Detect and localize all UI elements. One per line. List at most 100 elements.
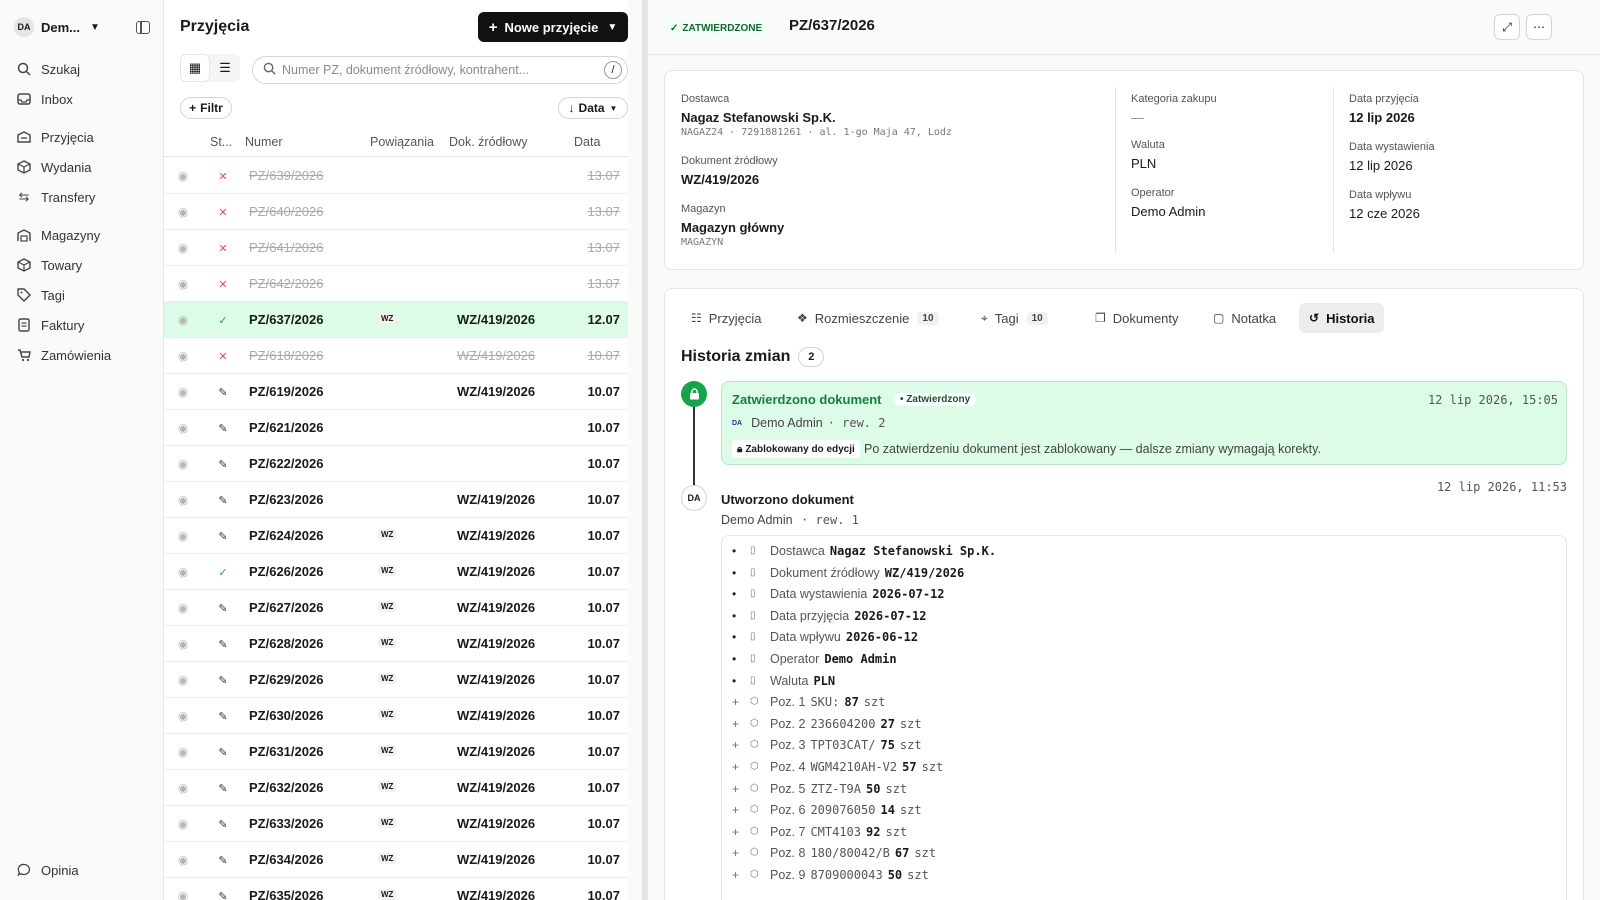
plus-icon: + — [488, 18, 498, 36]
table-row[interactable]: ◉ ✎ PZ/630/2026 WZ WZ/419/2026 10.07 — [164, 698, 628, 734]
x-icon: ✕ — [218, 278, 228, 291]
row-number[interactable]: PZ/628/2026 — [249, 636, 323, 651]
row-number[interactable]: PZ/631/2026 — [249, 744, 323, 759]
change-value: 2026-07-12 — [872, 587, 945, 602]
table-row[interactable]: ◉ ✎ PZ/629/2026 WZ WZ/419/2026 10.07 — [164, 662, 628, 698]
row-number[interactable]: PZ/621/2026 — [249, 420, 323, 435]
eye-icon[interactable]: ◉ — [176, 817, 190, 831]
row-number[interactable]: PZ/642/2026 — [249, 276, 323, 291]
column-number[interactable]: Numer — [245, 135, 283, 149]
row-number[interactable]: PZ/632/2026 — [249, 780, 323, 795]
feedback-button[interactable]: Opinia — [16, 862, 79, 878]
table-row[interactable]: ◉ ✎ PZ/631/2026 WZ WZ/419/2026 10.07 — [164, 734, 628, 770]
table-row[interactable]: ◉ ✓ PZ/626/2026 WZ WZ/419/2026 10.07 — [164, 554, 628, 590]
row-number[interactable]: PZ/618/2026 — [249, 348, 323, 363]
eye-icon[interactable]: ◉ — [176, 637, 190, 651]
table-row[interactable]: ◉ ✎ PZ/619/2026 WZ/419/2026 10.07 — [164, 374, 628, 410]
more-options-icon[interactable]: ⋯ — [1526, 14, 1552, 40]
table-row[interactable]: ◉ ✎ PZ/623/2026 WZ/419/2026 10.07 — [164, 482, 628, 518]
sort-button[interactable]: ↓ Data ▼ — [558, 97, 628, 119]
table-row[interactable]: ◉ ✕ PZ/639/2026 13.07 — [164, 158, 628, 194]
column-status[interactable]: St... — [210, 135, 232, 149]
table-row[interactable]: ◉ ✕ PZ/618/2026 WZ/419/2026 10.07 — [164, 338, 628, 374]
eye-icon[interactable]: ◉ — [176, 781, 190, 795]
table-row[interactable]: ◉ ✕ PZ/641/2026 13.07 — [164, 230, 628, 266]
row-number[interactable]: PZ/641/2026 — [249, 240, 323, 255]
row-number[interactable]: PZ/640/2026 — [249, 204, 323, 219]
eye-icon[interactable]: ◉ — [176, 853, 190, 867]
tab-placement[interactable]: ❖ Rozmieszczenie 10 — [787, 303, 949, 333]
eye-icon[interactable]: ◉ — [176, 277, 190, 291]
eye-icon[interactable]: ◉ — [176, 565, 190, 579]
row-number[interactable]: PZ/629/2026 — [249, 672, 323, 687]
tab-documents[interactable]: ❐ Dokumenty — [1085, 303, 1189, 333]
sidebar-item-inbox[interactable]: Inbox — [16, 88, 146, 110]
change-item: • ▯ Data przyjęcia 2026-07-12 — [732, 605, 926, 627]
sidebar-item-transfers[interactable]: ⇆ Transfery — [16, 186, 146, 208]
eye-icon[interactable]: ◉ — [176, 673, 190, 687]
tab-note[interactable]: ▢ Notatka — [1203, 303, 1286, 333]
row-number[interactable]: PZ/637/2026 — [249, 312, 323, 327]
eye-icon[interactable]: ◉ — [176, 241, 190, 255]
sidebar-item-tags[interactable]: Tagi — [16, 284, 146, 306]
sidebar-item-warehouses[interactable]: Magazyny — [16, 224, 146, 246]
row-number[interactable]: PZ/639/2026 — [249, 168, 323, 183]
row-number[interactable]: PZ/623/2026 — [249, 492, 323, 507]
eye-icon[interactable]: ◉ — [176, 169, 190, 183]
table-row[interactable]: ◉ ✎ PZ/635/2026 WZ WZ/419/2026 10.07 — [164, 878, 628, 900]
list-view-icon[interactable]: ☰ — [210, 54, 240, 82]
row-number[interactable]: PZ/627/2026 — [249, 600, 323, 615]
column-date[interactable]: Data — [574, 135, 600, 149]
column-links[interactable]: Powiązania — [370, 135, 434, 149]
eye-icon[interactable]: ◉ — [176, 457, 190, 471]
sidebar-item-shipments[interactable]: Wydania — [16, 156, 146, 178]
table-row[interactable]: ◉ ✎ PZ/633/2026 WZ WZ/419/2026 10.07 — [164, 806, 628, 842]
tab-receipts[interactable]: ☷ Przyjęcia — [681, 303, 772, 333]
tab-history[interactable]: ↺ Historia — [1299, 303, 1385, 333]
table-row[interactable]: ◉ ✎ PZ/634/2026 WZ WZ/419/2026 10.07 — [164, 842, 628, 878]
eye-icon[interactable]: ◉ — [176, 205, 190, 219]
row-number[interactable]: PZ/619/2026 — [249, 384, 323, 399]
row-number[interactable]: PZ/622/2026 — [249, 456, 323, 471]
eye-icon[interactable]: ◉ — [176, 493, 190, 507]
table-row[interactable]: ◉ ✎ PZ/632/2026 WZ WZ/419/2026 10.07 — [164, 770, 628, 806]
tab-tags[interactable]: ⌖ Tagi 10 — [971, 303, 1058, 333]
eye-icon[interactable]: ◉ — [176, 313, 190, 327]
sidebar-toggle-icon[interactable] — [136, 20, 150, 34]
table-row[interactable]: ◉ ✕ PZ/640/2026 13.07 — [164, 194, 628, 230]
table-row[interactable]: ◉ ✎ PZ/624/2026 WZ WZ/419/2026 10.07 — [164, 518, 628, 554]
workspace-switcher[interactable]: DA Dem... ▼ — [14, 16, 150, 38]
eye-icon[interactable]: ◉ — [176, 709, 190, 723]
row-number[interactable]: PZ/626/2026 — [249, 564, 323, 579]
sidebar-item-invoices[interactable]: Faktury — [16, 314, 146, 336]
row-number[interactable]: PZ/633/2026 — [249, 816, 323, 831]
sidebar-item-products[interactable]: Towary — [16, 254, 146, 276]
eye-icon[interactable]: ◉ — [176, 601, 190, 615]
change-item: + ⬡ Poz. 7 CMT4103 92 szt — [732, 821, 907, 843]
row-number[interactable]: PZ/635/2026 — [249, 888, 323, 900]
new-receipt-button[interactable]: + Nowe przyjęcie ▼ — [478, 12, 628, 42]
table-row[interactable]: ◉ ✎ PZ/622/2026 10.07 — [164, 446, 628, 482]
row-number[interactable]: PZ/624/2026 — [249, 528, 323, 543]
table-row[interactable]: ◉ ✎ PZ/621/2026 10.07 — [164, 410, 628, 446]
eye-icon[interactable]: ◉ — [176, 385, 190, 399]
table-view-icon[interactable]: ▦ — [180, 54, 210, 82]
expand-icon[interactable]: ⤢ — [1494, 14, 1520, 40]
table-row[interactable]: ◉ ✓ PZ/637/2026 WZ WZ/419/2026 12.07 — [164, 302, 628, 338]
eye-icon[interactable]: ◉ — [176, 349, 190, 363]
sidebar-item-receipts[interactable]: Przyjęcia — [16, 126, 146, 148]
filter-button[interactable]: + Filtr — [180, 97, 232, 119]
table-row[interactable]: ◉ ✕ PZ/642/2026 13.07 — [164, 266, 628, 302]
eye-icon[interactable]: ◉ — [176, 889, 190, 900]
table-row[interactable]: ◉ ✎ PZ/628/2026 WZ WZ/419/2026 10.07 — [164, 626, 628, 662]
search-input[interactable] — [282, 63, 582, 77]
sidebar-item-search[interactable]: Szukaj — [16, 58, 146, 80]
eye-icon[interactable]: ◉ — [176, 745, 190, 759]
sidebar-item-orders[interactable]: Zamówienia — [16, 344, 146, 366]
eye-icon[interactable]: ◉ — [176, 421, 190, 435]
column-source[interactable]: Dok. źródłowy — [449, 135, 528, 149]
eye-icon[interactable]: ◉ — [176, 529, 190, 543]
row-number[interactable]: PZ/630/2026 — [249, 708, 323, 723]
table-row[interactable]: ◉ ✎ PZ/627/2026 WZ WZ/419/2026 10.07 — [164, 590, 628, 626]
row-number[interactable]: PZ/634/2026 — [249, 852, 323, 867]
